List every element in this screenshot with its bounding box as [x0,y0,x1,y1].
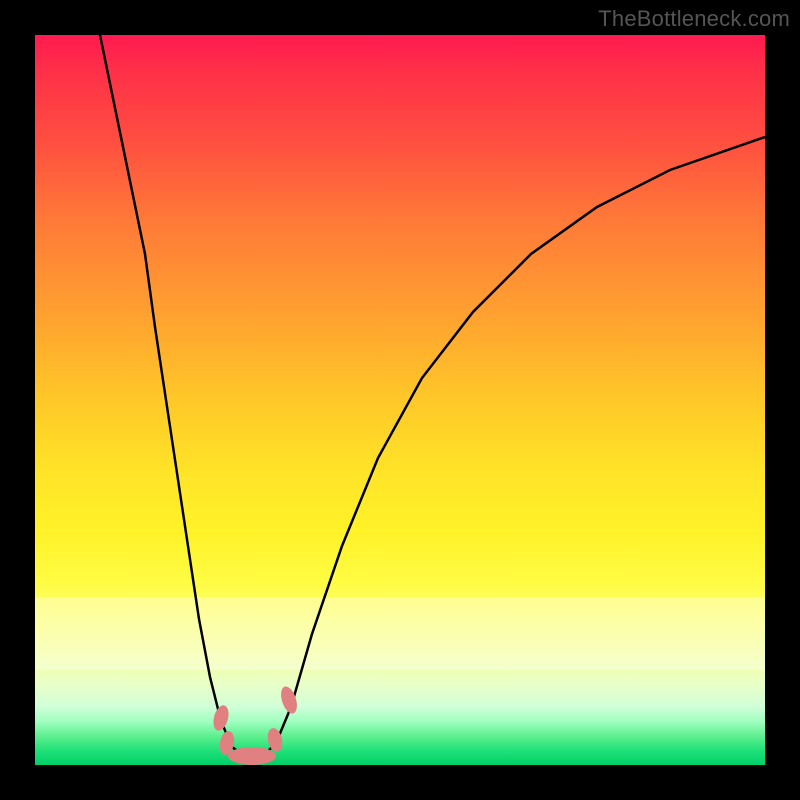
outer-frame: TheBottleneck.com [0,0,800,800]
curve-svg [35,35,765,765]
plot-area [35,35,765,765]
attribution-text: TheBottleneck.com [598,6,790,32]
marker-valley-floor [228,747,276,765]
bottleneck-curve [100,35,765,758]
marker-left-shoulder-top [211,704,231,733]
